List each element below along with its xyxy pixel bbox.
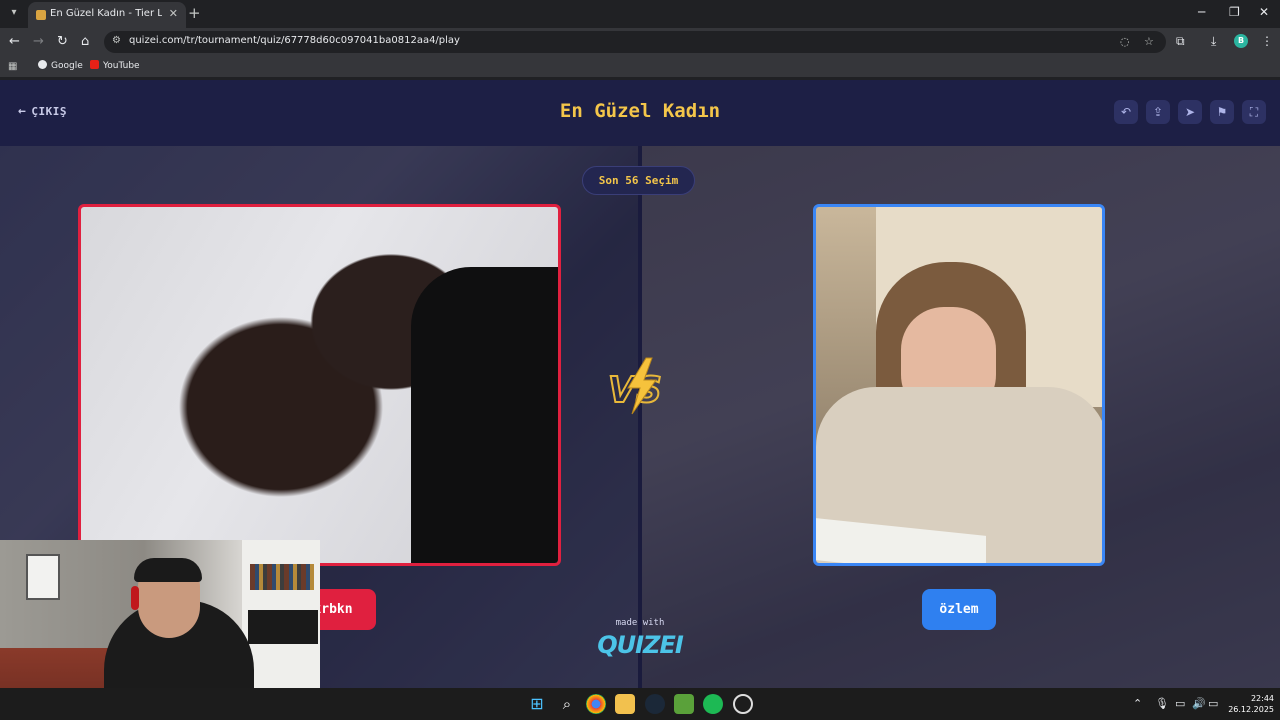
bookmark-youtube[interactable]: YouTube xyxy=(90,60,140,71)
apps-grid-icon[interactable]: ▦ xyxy=(8,61,17,72)
page-title: En Güzel Kadın xyxy=(559,100,721,122)
start-icon[interactable]: ⊞ xyxy=(527,694,547,714)
reload-icon[interactable]: ↻ xyxy=(57,34,68,50)
made-with-label: made with xyxy=(615,618,665,628)
right-choice-button[interactable]: özlem xyxy=(922,589,996,630)
google-icon xyxy=(38,60,47,69)
extensions-icon[interactable]: ⧉ xyxy=(1176,34,1185,49)
home-icon[interactable]: ⌂ xyxy=(81,34,89,50)
spotify-icon[interactable] xyxy=(703,694,723,714)
nvidia-icon[interactable] xyxy=(674,694,694,714)
battery-icon[interactable]: ▭ xyxy=(1208,697,1218,710)
send-icon: ➤ xyxy=(1184,105,1196,119)
url-text: quizei.com/tr/tournament/quiz/67778d60c0… xyxy=(129,35,460,46)
window-close-icon[interactable]: ✕ xyxy=(1259,5,1269,19)
clock-date: 26.12.2025 xyxy=(1228,705,1274,714)
clock-time: 22:44 xyxy=(1250,694,1274,703)
address-bar[interactable]: ⚙ quizei.com/tr/tournament/quiz/67778d60… xyxy=(104,31,1166,53)
left-contestant-image[interactable] xyxy=(78,204,561,566)
obs-icon[interactable] xyxy=(733,694,753,714)
tray-chevron-icon[interactable]: ⌃ xyxy=(1133,697,1142,710)
quizei-favicon-icon xyxy=(36,10,46,20)
round-indicator: Son 56 Seçim xyxy=(582,166,695,195)
right-contestant-image[interactable] xyxy=(813,204,1105,566)
profile-avatar[interactable]: B xyxy=(1234,34,1248,48)
download-icon[interactable]: ⤓ xyxy=(1211,34,1216,49)
webcam-streamer-hat xyxy=(134,558,202,582)
flag-icon: ⚑ xyxy=(1216,105,1228,119)
forward-icon[interactable]: → xyxy=(33,34,44,50)
system-clock[interactable]: 22:44 26.12.2025 xyxy=(1226,693,1274,715)
menu-icon[interactable]: ⋮ xyxy=(1261,34,1273,48)
search-icon[interactable]: ⌕ xyxy=(557,694,577,714)
tab-strip: ▾ En Güzel Kadın - Tier List, Kör S ✕ + … xyxy=(0,0,1280,28)
share-icon: ⇪ xyxy=(1152,105,1164,119)
vs-icon: VS xyxy=(607,357,663,415)
browser-toolbar: ← → ↻ ⌂ ⚙ quizei.com/tr/tournament/quiz/… xyxy=(0,28,1280,56)
eye-off-icon[interactable]: ◌ xyxy=(1120,35,1130,48)
site-info-icon[interactable]: ⚙ xyxy=(112,35,121,46)
quizei-logo-text: QUIZEI xyxy=(597,631,684,659)
new-tab-icon[interactable]: + xyxy=(188,5,201,21)
tab-close-icon[interactable]: ✕ xyxy=(169,7,178,20)
bookmarks-bar: ▦ Google YouTube xyxy=(0,56,1280,78)
tab-title: En Güzel Kadın - Tier List, Kör S xyxy=(50,8,162,19)
quizei-logo[interactable]: QUIZEI xyxy=(594,631,686,659)
minimize-icon[interactable]: ─ xyxy=(1198,5,1205,19)
webcam-poster xyxy=(26,554,60,600)
youtube-icon xyxy=(90,60,99,69)
file-explorer-icon[interactable] xyxy=(615,694,635,714)
send-button[interactable]: ➤ xyxy=(1178,100,1202,124)
chrome-icon[interactable] xyxy=(586,694,606,714)
webcam-headset xyxy=(131,586,139,610)
left-photo-subject xyxy=(411,267,558,563)
fullscreen-icon: ⛶ xyxy=(1249,105,1259,119)
webcam-monitor xyxy=(248,610,318,644)
undo-icon: ↶ xyxy=(1120,105,1132,119)
fullscreen-button[interactable]: ⛶ xyxy=(1242,100,1266,124)
page-header: ← ÇIKIŞ En Güzel Kadın ↶ ⇪ ➤ ⚑ ⛶ xyxy=(0,80,1280,146)
steam-icon[interactable] xyxy=(645,694,665,714)
bookmark-star-icon[interactable]: ☆ xyxy=(1144,35,1154,48)
share-button[interactable]: ⇪ xyxy=(1146,100,1170,124)
restore-icon[interactable]: ❐ xyxy=(1229,5,1240,19)
microphone-icon[interactable]: 🎙 xyxy=(1155,697,1169,710)
bookmark-google[interactable]: Google xyxy=(38,60,83,71)
taskbar: ⊞ ⌕ ⌃ 🎙 ▭ 🔊 ▭ 22:44 26.12.2025 xyxy=(0,688,1280,720)
network-icon[interactable]: ▭ xyxy=(1175,697,1185,710)
browser-tab[interactable]: En Güzel Kadın - Tier List, Kör S ✕ xyxy=(28,2,186,28)
tab-search-icon[interactable]: ▾ xyxy=(6,5,22,21)
report-button[interactable]: ⚑ xyxy=(1210,100,1234,124)
back-icon[interactable]: ← xyxy=(9,34,20,50)
undo-button[interactable]: ↶ xyxy=(1114,100,1138,124)
webcam-books xyxy=(250,564,314,590)
volume-icon[interactable]: 🔊 xyxy=(1192,697,1206,710)
